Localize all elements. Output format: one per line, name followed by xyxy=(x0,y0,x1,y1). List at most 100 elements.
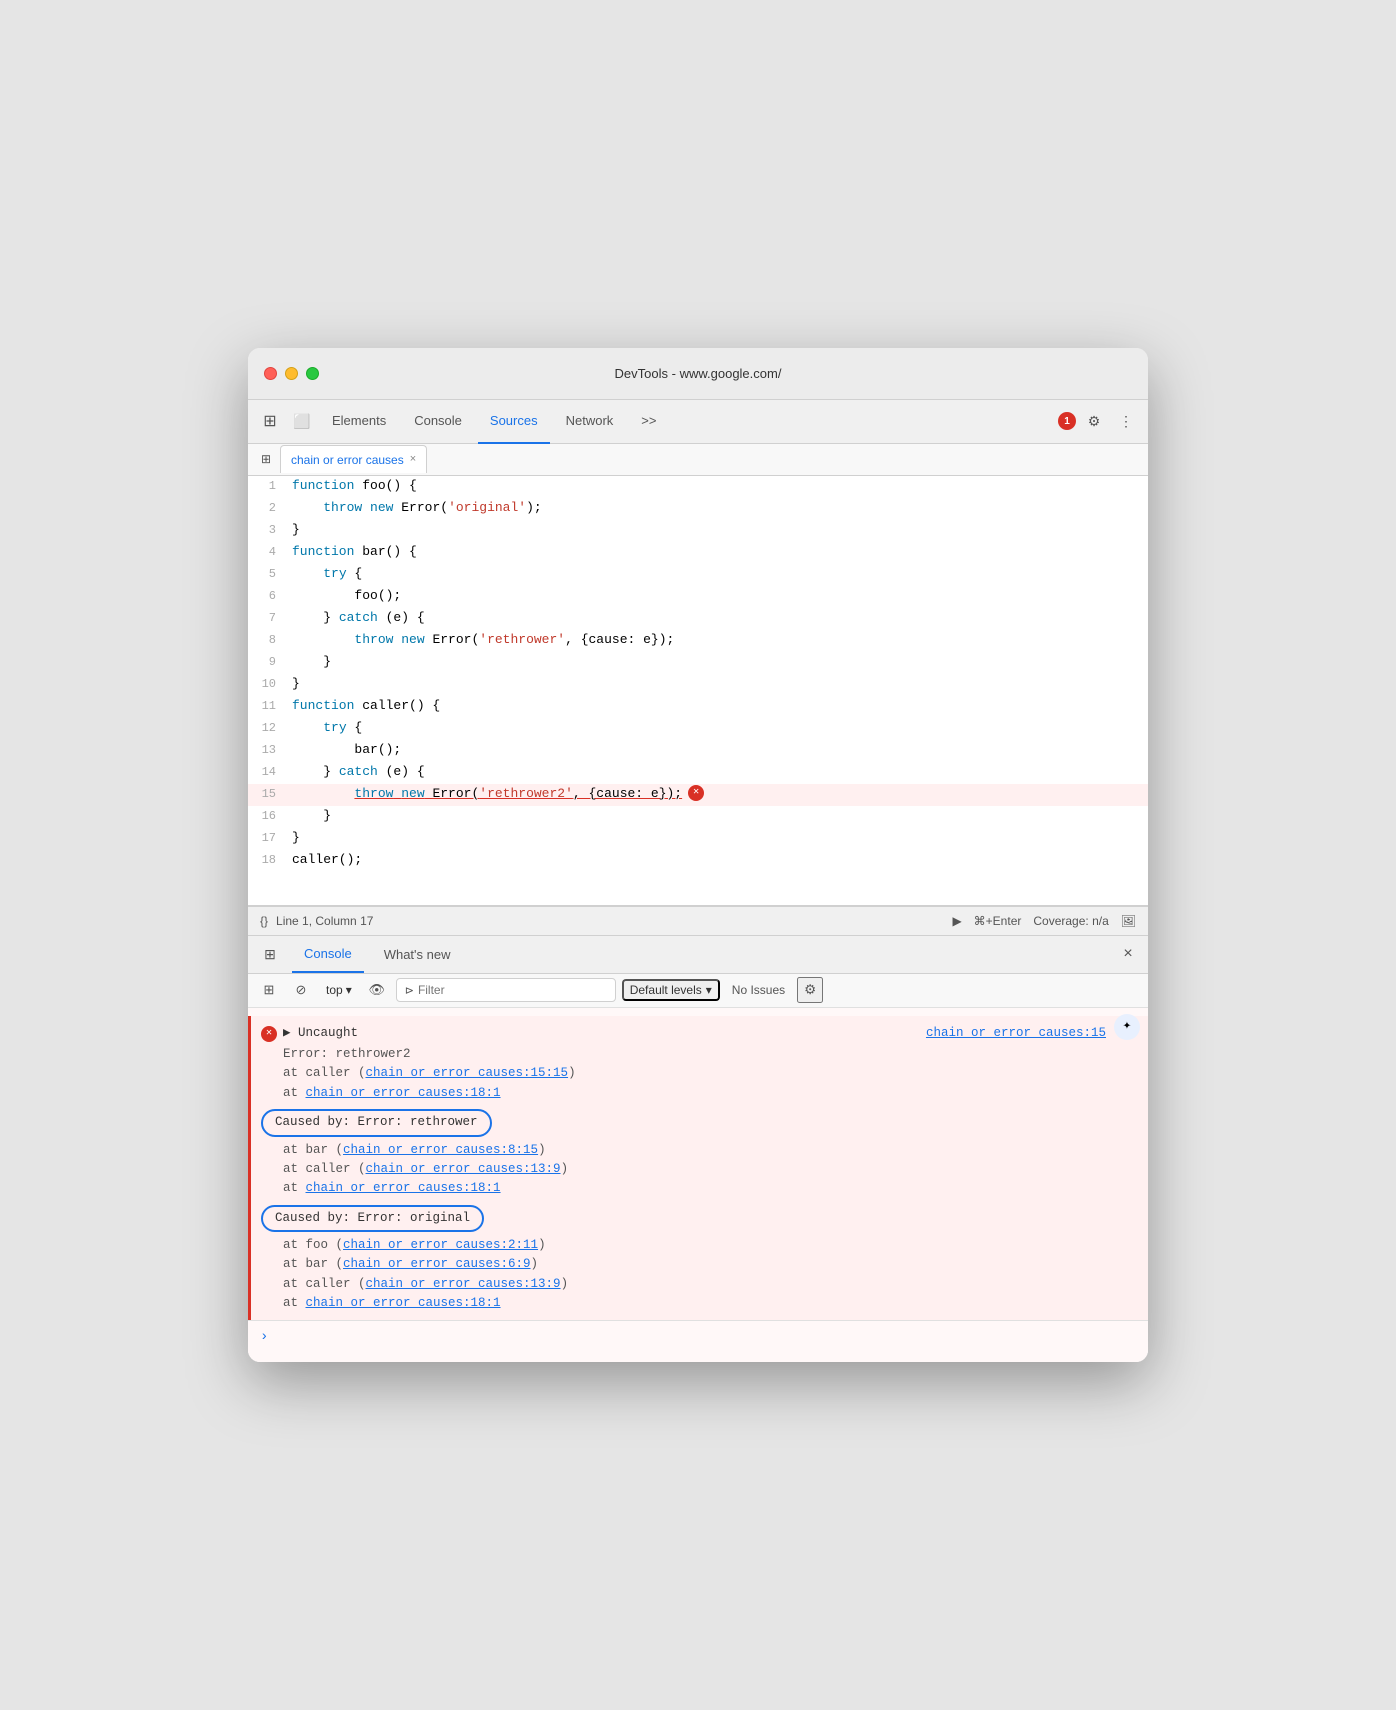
code-line-5: 5 try { xyxy=(248,564,1148,586)
more-options-button[interactable]: ⋮ xyxy=(1112,407,1140,435)
console-panel-icon[interactable]: ⊞ xyxy=(256,940,284,968)
maximize-button[interactable] xyxy=(306,367,319,380)
code-line-1: 1 function foo() { xyxy=(248,476,1148,498)
status-bar-right: ▶ ⌘+Enter Coverage: n/a 🖼 xyxy=(952,914,1136,928)
uncaught-error-header: ✕ ▶ Uncaught chain or error causes:15 xyxy=(261,1022,1136,1045)
error-block: ✕ ▶ Uncaught chain or error causes:15 Er… xyxy=(248,1016,1148,1320)
clear-console-button[interactable]: ⊘ xyxy=(288,977,314,1003)
screenshot-icon[interactable]: 🖼 xyxy=(1121,914,1136,928)
traffic-lights xyxy=(264,367,319,380)
caused-by-1-link-1[interactable]: chain or error causes:8:15 xyxy=(343,1143,538,1157)
tab-elements[interactable]: Elements xyxy=(320,400,398,444)
caused-by-1-stack-3: at chain or error causes:18:1 xyxy=(261,1179,1136,1198)
error-message: Error: rethrower2 xyxy=(261,1045,1136,1064)
sidebar-toggle-button[interactable]: ⊞ xyxy=(256,977,282,1003)
code-line-4: 4 function bar() { xyxy=(248,542,1148,564)
devtools-header: ⊞ ⬜ Elements Console Sources Network >> … xyxy=(248,400,1148,444)
log-levels-button[interactable]: Default levels ▾ xyxy=(622,979,720,1001)
stack-line-2: at chain or error causes:18:1 xyxy=(261,1084,1136,1103)
code-line-18: 18 caller(); xyxy=(248,850,1148,872)
console-settings-button[interactable]: ⚙ xyxy=(797,977,823,1003)
caused-by-2-label: Caused by: Error: original xyxy=(261,1205,484,1232)
code-editor: 1 function foo() { 2 throw new Error('or… xyxy=(248,476,1148,906)
code-line-2: 2 throw new Error('original'); xyxy=(248,498,1148,520)
tab-more[interactable]: >> xyxy=(629,400,668,444)
devtools-window: DevTools - www.google.com/ ⊞ ⬜ Elements … xyxy=(248,348,1148,1363)
live-expressions-button[interactable]: 👁 xyxy=(364,977,390,1003)
inspect-element-button[interactable]: ⊞ xyxy=(256,407,284,435)
settings-button[interactable]: ⚙ xyxy=(1080,407,1108,435)
caused-by-2-stack-2: at bar (chain or error causes:6:9) xyxy=(261,1255,1136,1274)
caused-by-1-link-2[interactable]: chain or error causes:13:9 xyxy=(366,1162,561,1176)
panel-toggle-icon[interactable]: ⊞ xyxy=(256,449,276,469)
file-tab-bar: ⊞ chain or error causes × xyxy=(248,444,1148,476)
code-line-7: 7 } catch (e) { xyxy=(248,608,1148,630)
stack-line-1: at caller (chain or error causes:15:15) xyxy=(261,1064,1136,1083)
stack-link-2[interactable]: chain or error causes:18:1 xyxy=(306,1086,501,1100)
caused-by-1-link-3[interactable]: chain or error causes:18:1 xyxy=(306,1181,501,1195)
caused-by-1-stack-2: at caller (chain or error causes:13:9) xyxy=(261,1160,1136,1179)
no-issues-label: No Issues xyxy=(726,981,791,999)
minimize-button[interactable] xyxy=(285,367,298,380)
pretty-print-icon[interactable]: {} xyxy=(260,914,268,928)
code-line-15: 15 throw new Error('rethrower2', {cause:… xyxy=(248,784,1148,806)
title-bar: DevTools - www.google.com/ xyxy=(248,348,1148,400)
tab-console[interactable]: Console xyxy=(402,400,474,444)
stack-link-1[interactable]: chain or error causes:15:15 xyxy=(366,1066,569,1080)
file-tab-close-button[interactable]: × xyxy=(410,454,416,465)
filter-area: ⊳ xyxy=(396,978,616,1002)
caused-by-2-link-3[interactable]: chain or error causes:13:9 xyxy=(366,1277,561,1291)
levels-arrow-icon: ▾ xyxy=(706,983,712,997)
code-line-10: 10 } xyxy=(248,674,1148,696)
run-icon[interactable]: ▶ xyxy=(952,914,961,928)
error-icon: ✕ xyxy=(261,1026,277,1042)
log-levels-label: Default levels xyxy=(630,983,702,997)
caused-by-2-stack-3: at caller (chain or error causes:13:9) xyxy=(261,1275,1136,1294)
file-tab-chain-or-error-causes[interactable]: chain or error causes × xyxy=(280,445,427,473)
code-line-12: 12 try { xyxy=(248,718,1148,740)
cursor-position: Line 1, Column 17 xyxy=(276,914,373,928)
ai-assistance-button[interactable]: ✦ xyxy=(1114,1014,1140,1040)
dropdown-arrow-icon: ▾ xyxy=(346,983,352,997)
code-line-14: 14 } catch (e) { xyxy=(248,762,1148,784)
caused-by-1-container: Caused by: Error: rethrower xyxy=(261,1103,1136,1140)
context-selector[interactable]: top ▾ xyxy=(320,981,358,999)
code-line-13: 13 bar(); xyxy=(248,740,1148,762)
code-line-6: 6 foo(); xyxy=(248,586,1148,608)
tab-network[interactable]: Network xyxy=(554,400,626,444)
code-line-8: 8 throw new Error('rethrower', {cause: e… xyxy=(248,630,1148,652)
tab-console-main[interactable]: Console xyxy=(292,935,364,973)
uncaught-label[interactable]: ▶ Uncaught xyxy=(283,1026,358,1040)
tab-whats-new[interactable]: What's new xyxy=(372,935,463,973)
device-toggle-button[interactable]: ⬜ xyxy=(288,407,316,435)
code-line-9: 9 } xyxy=(248,652,1148,674)
file-link-main[interactable]: chain or error causes:15 xyxy=(926,1024,1106,1043)
code-line-3: 3 } xyxy=(248,520,1148,542)
caused-by-2-stack-1: at foo (chain or error causes:2:11) xyxy=(261,1236,1136,1255)
error-marker-icon: ✕ xyxy=(688,785,704,801)
tab-sources[interactable]: Sources xyxy=(478,400,550,444)
caused-by-2-link-1[interactable]: chain or error causes:2:11 xyxy=(343,1238,538,1252)
file-tab-label: chain or error causes xyxy=(291,453,404,467)
console-section: ⊞ Console What's new × ⊞ ⊘ top ▾ 👁 ⊳ Def… xyxy=(248,936,1148,1363)
caused-by-1-label: Caused by: Error: rethrower xyxy=(261,1109,492,1136)
filter-icon: ⊳ xyxy=(405,984,414,997)
caused-by-2-stack-4: at chain or error causes:18:1 xyxy=(261,1294,1136,1313)
filter-input[interactable] xyxy=(418,983,607,997)
console-header: ⊞ Console What's new × xyxy=(248,936,1148,974)
console-output: ✕ ▶ Uncaught chain or error causes:15 Er… xyxy=(248,1008,1148,1363)
close-button[interactable] xyxy=(264,367,277,380)
error-count-badge: 1 xyxy=(1058,412,1076,430)
caused-by-2-link-4[interactable]: chain or error causes:18:1 xyxy=(306,1296,501,1310)
coverage-label: Coverage: n/a xyxy=(1033,914,1108,928)
console-close-button[interactable]: × xyxy=(1116,942,1140,966)
caused-by-2-container: Caused by: Error: original xyxy=(261,1199,1136,1236)
prompt-arrow-icon: › xyxy=(260,1327,268,1349)
caused-by-2-link-2[interactable]: chain or error causes:6:9 xyxy=(343,1257,531,1271)
code-line-17: 17 } xyxy=(248,828,1148,850)
code-line-11: 11 function caller() { xyxy=(248,696,1148,718)
context-label: top xyxy=(326,983,343,997)
error-badge-button[interactable]: 1 xyxy=(1058,412,1076,430)
console-prompt: › xyxy=(248,1320,1148,1355)
caused-by-1-stack-1: at bar (chain or error causes:8:15) xyxy=(261,1141,1136,1160)
